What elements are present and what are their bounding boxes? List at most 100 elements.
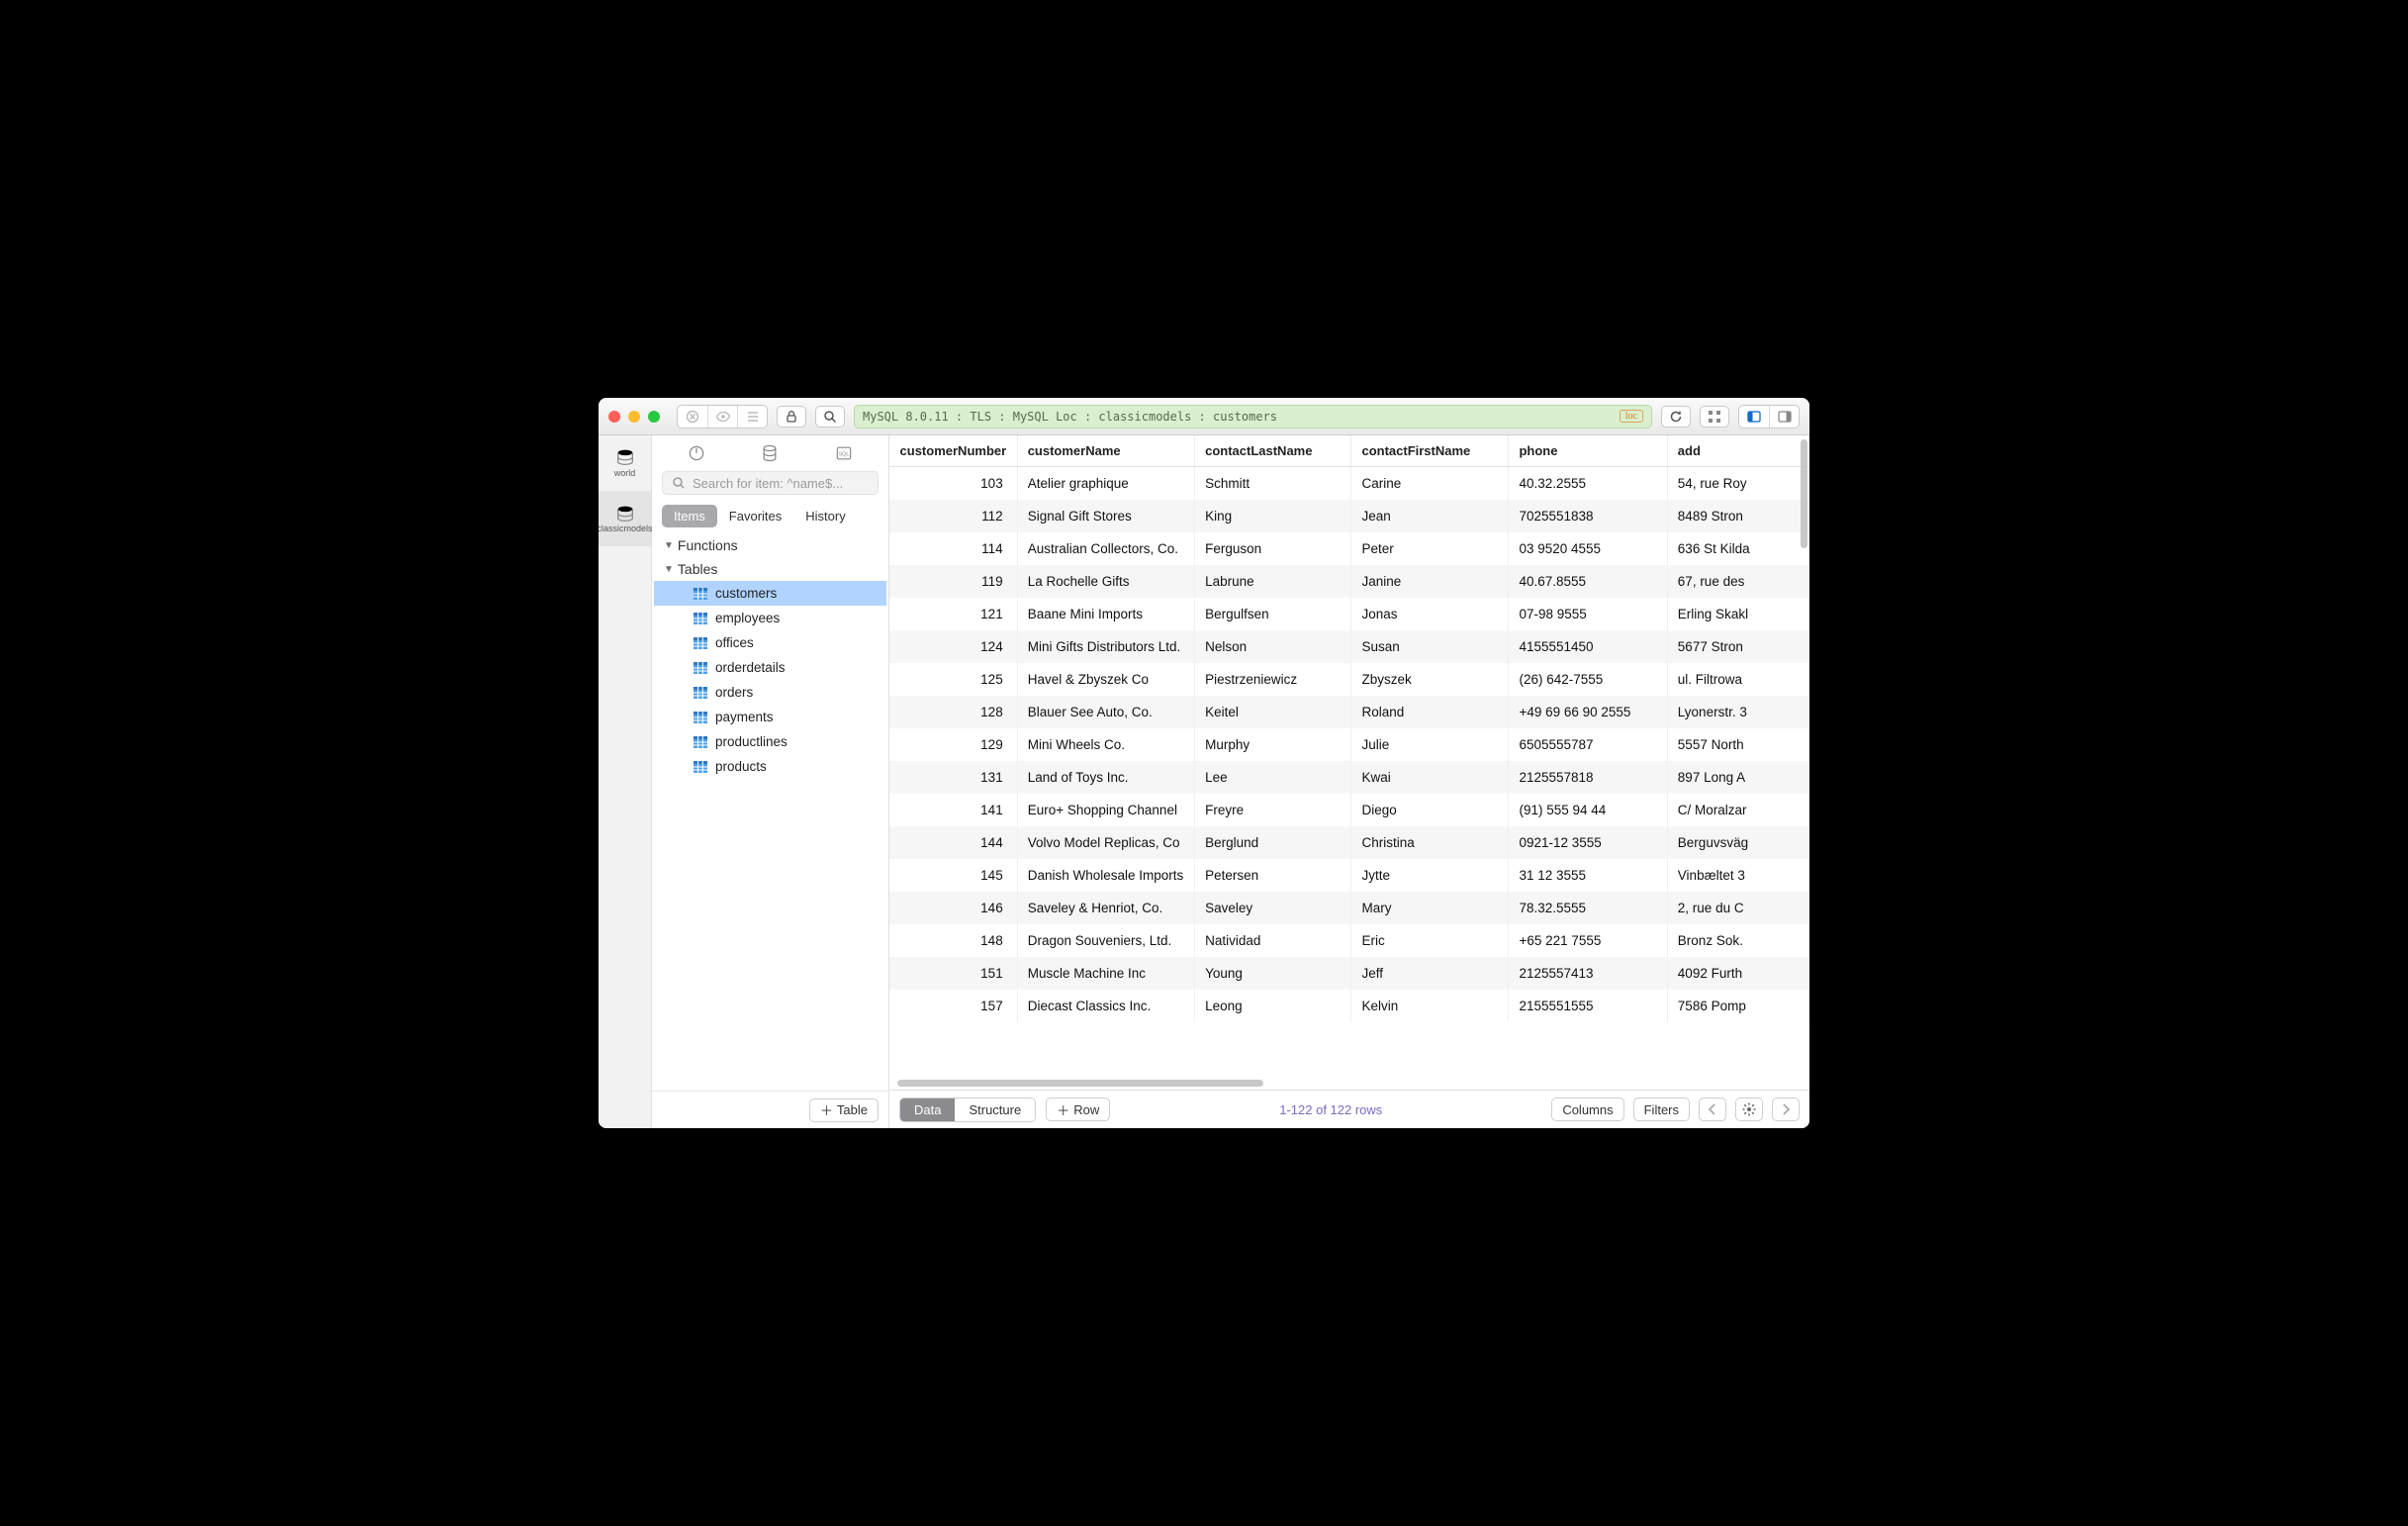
columns-button[interactable]: Columns — [1551, 1097, 1623, 1121]
cell-customerNumber[interactable]: 129 — [889, 728, 1017, 761]
cell-contactFirstName[interactable]: Roland — [1351, 696, 1509, 728]
cell-address[interactable]: 5677 Stron — [1667, 630, 1808, 663]
cell-contactFirstName[interactable]: Carine — [1351, 467, 1509, 501]
table-row[interactable]: 145Danish Wholesale ImportsPetersenJytte… — [889, 859, 1809, 892]
cell-customerNumber[interactable]: 125 — [889, 663, 1017, 696]
cell-customerName[interactable]: Diecast Classics Inc. — [1017, 990, 1194, 1022]
cell-contactFirstName[interactable]: Mary — [1351, 892, 1509, 924]
cell-phone[interactable]: 2125557413 — [1509, 957, 1667, 990]
rail-item-world[interactable]: world — [599, 435, 651, 491]
cell-customerNumber[interactable]: 112 — [889, 500, 1017, 532]
sidebar-item-employees[interactable]: employees — [654, 606, 886, 630]
eye-icon[interactable] — [707, 406, 737, 428]
sidebar-item-productlines[interactable]: productlines — [654, 729, 886, 754]
right-panel-toggle-icon[interactable] — [1769, 406, 1799, 428]
cell-customerName[interactable]: Australian Collectors, Co. — [1017, 532, 1194, 565]
cell-customerNumber[interactable]: 131 — [889, 761, 1017, 794]
cell-customerName[interactable]: Baane Mini Imports — [1017, 598, 1194, 630]
cell-address[interactable]: Lyonerstr. 3 — [1667, 696, 1808, 728]
cell-contactLastName[interactable]: Berglund — [1195, 826, 1351, 859]
cell-contactFirstName[interactable]: Christina — [1351, 826, 1509, 859]
power-icon[interactable] — [686, 443, 707, 463]
cell-customerName[interactable]: Muscle Machine Inc — [1017, 957, 1194, 990]
vertical-scrollbar[interactable] — [1801, 439, 1807, 548]
cell-contactLastName[interactable]: Bergulfsen — [1195, 598, 1351, 630]
minimize-window-button[interactable] — [628, 411, 640, 423]
cell-customerName[interactable]: La Rochelle Gifts — [1017, 565, 1194, 598]
cell-address[interactable]: 2, rue du C — [1667, 892, 1808, 924]
cell-contactFirstName[interactable]: Jean — [1351, 500, 1509, 532]
column-header-contactFirstName[interactable]: contactFirstName — [1351, 435, 1509, 467]
column-header-customerName[interactable]: customerName — [1017, 435, 1194, 467]
cell-customerNumber[interactable]: 124 — [889, 630, 1017, 663]
zoom-window-button[interactable] — [648, 411, 660, 423]
column-header-phone[interactable]: phone — [1509, 435, 1667, 467]
list-icon[interactable] — [737, 406, 767, 428]
cell-customerName[interactable]: Signal Gift Stores — [1017, 500, 1194, 532]
view-mode-structure[interactable]: Structure — [955, 1098, 1035, 1121]
add-table-button[interactable]: ＋ Table — [809, 1098, 879, 1122]
sql-icon[interactable]: SQL — [833, 443, 855, 463]
cell-customerNumber[interactable]: 151 — [889, 957, 1017, 990]
cell-address[interactable]: Bronz Sok. — [1667, 924, 1808, 957]
cell-contactLastName[interactable]: Schmitt — [1195, 467, 1351, 501]
cell-contactLastName[interactable]: Natividad — [1195, 924, 1351, 957]
cell-contactLastName[interactable]: Nelson — [1195, 630, 1351, 663]
cancel-icon[interactable] — [678, 406, 707, 428]
table-row[interactable]: 141Euro+ Shopping ChannelFreyreDiego(91)… — [889, 794, 1809, 826]
cell-contactFirstName[interactable]: Kelvin — [1351, 990, 1509, 1022]
cell-phone[interactable]: 4155551450 — [1509, 630, 1667, 663]
next-page-button[interactable] — [1772, 1097, 1800, 1121]
table-row[interactable]: 112Signal Gift StoresKingJean70255518388… — [889, 500, 1809, 532]
cell-contactFirstName[interactable]: Jonas — [1351, 598, 1509, 630]
cell-phone[interactable]: 7025551838 — [1509, 500, 1667, 532]
cell-contactLastName[interactable]: Labrune — [1195, 565, 1351, 598]
grid-icon[interactable] — [1700, 406, 1729, 428]
cell-contactFirstName[interactable]: Janine — [1351, 565, 1509, 598]
cell-customerNumber[interactable]: 145 — [889, 859, 1017, 892]
cell-customerNumber[interactable]: 103 — [889, 467, 1017, 501]
cell-address[interactable]: Vinbæltet 3 — [1667, 859, 1808, 892]
table-row[interactable]: 129Mini Wheels Co.MurphyJulie65055557875… — [889, 728, 1809, 761]
cell-contactFirstName[interactable]: Diego — [1351, 794, 1509, 826]
cell-contactFirstName[interactable]: Zbyszek — [1351, 663, 1509, 696]
database-icon[interactable] — [759, 443, 781, 463]
sidebar-item-payments[interactable]: payments — [654, 705, 886, 729]
cell-address[interactable]: 5557 North — [1667, 728, 1808, 761]
sidebar-item-offices[interactable]: offices — [654, 630, 886, 655]
cell-phone[interactable]: 2125557818 — [1509, 761, 1667, 794]
cell-address[interactable]: ul. Filtrowa — [1667, 663, 1808, 696]
segment-history[interactable]: History — [793, 505, 857, 527]
table-row[interactable]: 151Muscle Machine IncYoungJeff2125557413… — [889, 957, 1809, 990]
cell-phone[interactable]: 0921-12 3555 — [1509, 826, 1667, 859]
cell-customerNumber[interactable]: 148 — [889, 924, 1017, 957]
search-icon[interactable] — [815, 406, 845, 428]
tree-section-functions[interactable]: ▼ Functions — [654, 533, 886, 557]
cell-customerNumber[interactable]: 144 — [889, 826, 1017, 859]
table-row[interactable]: 125Havel & Zbyszek CoPiestrzeniewiczZbys… — [889, 663, 1809, 696]
cell-phone[interactable]: (91) 555 94 44 — [1509, 794, 1667, 826]
cell-phone[interactable]: 78.32.5555 — [1509, 892, 1667, 924]
cell-address[interactable]: Erling Skakl — [1667, 598, 1808, 630]
cell-customerName[interactable]: Saveley & Henriot, Co. — [1017, 892, 1194, 924]
search-input[interactable] — [693, 476, 870, 491]
cell-customerNumber[interactable]: 128 — [889, 696, 1017, 728]
refresh-icon[interactable] — [1661, 406, 1691, 428]
gear-icon[interactable] — [1735, 1097, 1763, 1121]
cell-address[interactable]: 897 Long A — [1667, 761, 1808, 794]
table-row[interactable]: 119La Rochelle GiftsLabruneJanine40.67.8… — [889, 565, 1809, 598]
cell-customerName[interactable]: Atelier graphique — [1017, 467, 1194, 501]
segment-items[interactable]: Items — [662, 505, 717, 527]
data-grid-scroll[interactable]: customerNumbercustomerNamecontactLastNam… — [889, 435, 1809, 1090]
table-row[interactable]: 103Atelier graphiqueSchmittCarine40.32.2… — [889, 467, 1809, 501]
cell-contactFirstName[interactable]: Jytte — [1351, 859, 1509, 892]
cell-customerNumber[interactable]: 114 — [889, 532, 1017, 565]
table-row[interactable]: 124Mini Gifts Distributors Ltd.NelsonSus… — [889, 630, 1809, 663]
cell-phone[interactable]: 6505555787 — [1509, 728, 1667, 761]
cell-phone[interactable]: 40.32.2555 — [1509, 467, 1667, 501]
cell-contactFirstName[interactable]: Jeff — [1351, 957, 1509, 990]
column-header-contactLastName[interactable]: contactLastName — [1195, 435, 1351, 467]
cell-address[interactable]: 4092 Furth — [1667, 957, 1808, 990]
cell-address[interactable]: 8489 Stron — [1667, 500, 1808, 532]
sidebar-item-products[interactable]: products — [654, 754, 886, 779]
